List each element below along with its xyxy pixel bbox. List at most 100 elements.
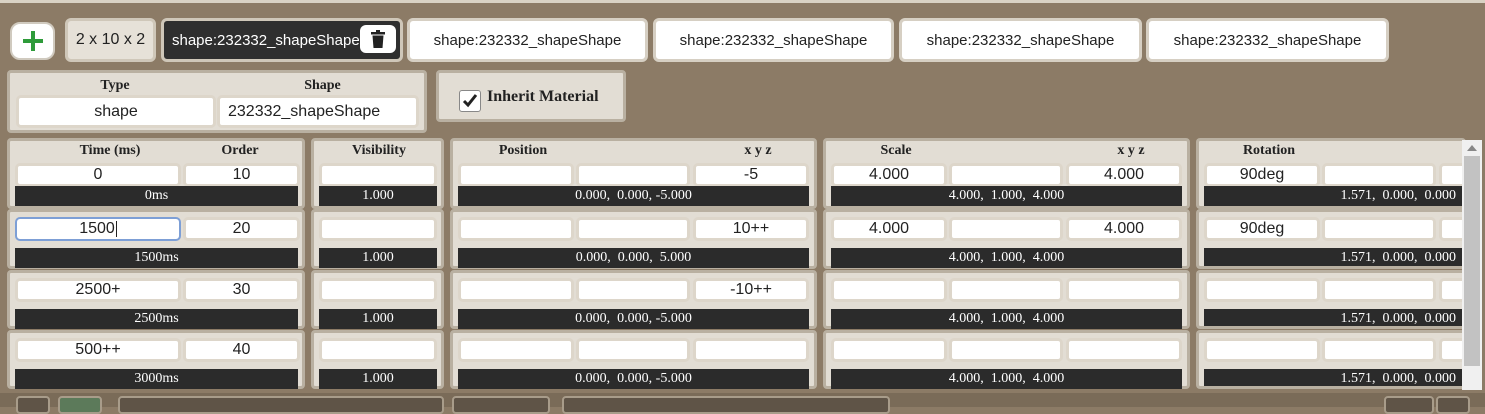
play-icon[interactable] — [58, 396, 102, 414]
visibility-value-bar: 1.000 — [319, 369, 437, 389]
time-input[interactable]: 1500 — [15, 217, 181, 241]
order-input[interactable]: 40 — [183, 338, 300, 362]
time-input[interactable]: 2500+ — [15, 278, 181, 302]
position-x-input[interactable] — [458, 217, 574, 241]
position-panel: 0.000, 0.000, -5.000 — [450, 330, 817, 389]
scale-value-bar: 4.000, 1.000, 4.000 — [831, 186, 1182, 206]
visibility-input[interactable] — [319, 163, 437, 187]
delete-button[interactable] — [360, 25, 396, 53]
rotation-x-input[interactable] — [1204, 338, 1320, 362]
rotation-x-input[interactable]: 90deg — [1204, 163, 1320, 187]
rotation-value-bar: 1.571, 0.000, 0.000 — [1204, 369, 1466, 386]
visibility-panel: 1.000 — [311, 330, 444, 389]
tab-active-shape[interactable]: shape:232332_shapeShape — [161, 18, 403, 62]
rotation-value-bar: 1.571, 0.000, 0.000 — [1204, 309, 1466, 326]
position-value-bar: 0.000, 0.000, -5.000 — [458, 369, 809, 389]
rotation-y-input[interactable] — [1322, 278, 1436, 302]
scale-y-input[interactable] — [949, 278, 1063, 302]
rotation-panel: Rotation 90deg 1.571, 0.000, 0.000 — [1196, 138, 1466, 209]
scale-panel: 4.000, 1.000, 4.000 — [823, 330, 1190, 389]
rotation-value-bar: 1.571, 0.000, 0.000 — [1204, 186, 1466, 206]
tab-shape-3[interactable]: shape:232332_shapeShape — [899, 18, 1142, 62]
position-x-input[interactable] — [458, 278, 574, 302]
scale-z-input[interactable] — [1066, 278, 1182, 302]
position-header: Position — [498, 143, 548, 158]
position-y-input[interactable] — [576, 163, 690, 187]
bottom-progress[interactable] — [562, 396, 890, 414]
time-order-panel: 1500 20 1500ms — [7, 209, 305, 269]
visibility-value-bar: 1.000 — [319, 248, 437, 268]
visibility-value-bar: 1.000 — [319, 309, 437, 329]
bottom-select[interactable] — [452, 396, 550, 414]
type-input[interactable]: shape — [16, 95, 216, 128]
shape-input[interactable]: 232332_shapeShape — [217, 95, 419, 128]
position-z-input[interactable]: -10++ — [693, 278, 809, 302]
scale-y-input[interactable] — [949, 163, 1063, 187]
tab-shape-1[interactable]: shape:232332_shapeShape — [407, 18, 648, 62]
visibility-input[interactable] — [319, 278, 437, 302]
tab-shape-4[interactable]: shape:232332_shapeShape — [1146, 18, 1389, 62]
bottom-add-icon[interactable] — [1384, 396, 1434, 414]
order-input[interactable]: 20 — [183, 217, 300, 241]
scale-header: Scale — [880, 143, 912, 158]
checkmark-icon — [462, 94, 478, 108]
time-order-panel: Time (ms) Order 0 10 0ms — [7, 138, 305, 209]
time-input[interactable]: 500++ — [15, 338, 181, 362]
plus-icon — [22, 31, 43, 51]
bottom-icon-button[interactable] — [16, 396, 50, 414]
vertical-scrollbar[interactable] — [1462, 140, 1482, 390]
tab-shape-2[interactable]: shape:232332_shapeShape — [653, 18, 894, 62]
inherit-material-toggle[interactable]: Inherit Material — [436, 70, 626, 122]
rotation-y-input[interactable] — [1322, 163, 1436, 187]
position-x-input[interactable] — [458, 163, 574, 187]
position-x-input[interactable] — [458, 338, 574, 362]
position-value-bar: 0.000, 0.000, -5.000 — [458, 309, 809, 329]
position-value-bar: 0.000, 0.000, 5.000 — [458, 248, 809, 268]
position-xyz-header: x y z — [744, 143, 772, 158]
add-button[interactable] — [10, 22, 55, 60]
order-input[interactable]: 30 — [183, 278, 300, 302]
position-z-input[interactable]: -5 — [693, 163, 809, 187]
position-y-input[interactable] — [576, 338, 690, 362]
time-value-bar: 1500ms — [15, 248, 298, 268]
time-input[interactable]: 0 — [15, 163, 181, 187]
position-z-input[interactable]: 10++ — [693, 217, 809, 241]
order-input[interactable]: 10 — [183, 163, 300, 187]
scale-y-input[interactable] — [949, 217, 1063, 241]
rotation-panel: 1.571, 0.000, 0.000 — [1196, 270, 1466, 329]
bottom-more-icon[interactable] — [1436, 396, 1470, 414]
scroll-thumb[interactable] — [1464, 156, 1480, 366]
visibility-input[interactable] — [319, 338, 437, 362]
position-y-input[interactable] — [576, 217, 690, 241]
rotation-x-input[interactable]: 90deg — [1204, 217, 1320, 241]
scale-y-input[interactable] — [949, 338, 1063, 362]
rotation-y-input[interactable] — [1322, 338, 1436, 362]
scale-x-input[interactable]: 4.000 — [831, 163, 947, 187]
scale-value-bar: 4.000, 1.000, 4.000 — [831, 369, 1182, 389]
position-z-input[interactable] — [693, 338, 809, 362]
position-value-bar: 0.000, 0.000, -5.000 — [458, 186, 809, 206]
position-panel: Position x y z -5 0.000, 0.000, -5.000 — [450, 138, 817, 209]
rotation-x-input[interactable] — [1204, 278, 1320, 302]
scale-z-input[interactable]: 4.000 — [1066, 163, 1182, 187]
scale-z-input[interactable] — [1066, 338, 1182, 362]
rotation-panel: 90deg 1.571, 0.000, 0.000 — [1196, 209, 1466, 269]
scale-x-input[interactable]: 4.000 — [831, 217, 947, 241]
scale-z-input[interactable]: 4.000 — [1066, 217, 1182, 241]
scale-x-input[interactable] — [831, 278, 947, 302]
visibility-input[interactable] — [319, 217, 437, 241]
visibility-header: Visibility — [352, 143, 406, 158]
position-y-input[interactable] — [576, 278, 690, 302]
time-order-panel: 500++ 40 3000ms — [7, 330, 305, 389]
inherit-material-checkbox[interactable] — [459, 90, 481, 112]
scroll-up-icon[interactable] — [1467, 145, 1477, 151]
time-order-panel: 2500+ 30 2500ms — [7, 270, 305, 329]
inherit-material-label: Inherit Material — [487, 88, 599, 105]
scale-panel: Scale x y z 4.000 4.000 4.000, 1.000, 4.000 — [823, 138, 1190, 209]
grid-size-chip[interactable]: 2 x 10 x 2 — [65, 18, 156, 62]
rotation-y-input[interactable] — [1322, 217, 1436, 241]
scale-x-input[interactable] — [831, 338, 947, 362]
bottom-slider[interactable] — [118, 396, 444, 414]
rotation-panel: 1.571, 0.000, 0.000 — [1196, 330, 1466, 389]
shape-label: Shape — [304, 78, 341, 93]
